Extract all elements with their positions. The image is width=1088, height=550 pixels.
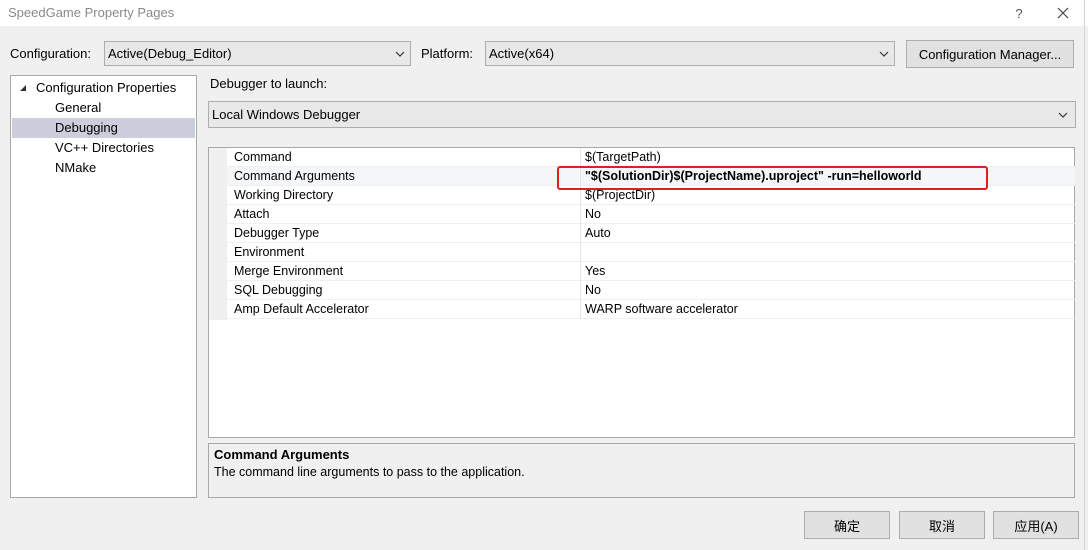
help-button[interactable]: ? — [1006, 0, 1032, 26]
property-name: Working Directory — [234, 188, 334, 202]
apply-button[interactable]: 应用(A) — [993, 511, 1079, 539]
platform-dropdown[interactable]: Active(x64) — [485, 41, 895, 66]
column-divider — [580, 148, 581, 167]
property-name: Merge Environment — [234, 264, 344, 278]
property-name: Attach — [234, 207, 270, 221]
column-divider — [580, 205, 581, 224]
property-value: No — [585, 207, 601, 221]
tree-item-general[interactable]: General — [55, 98, 101, 118]
property-value: $(TargetPath) — [585, 150, 661, 164]
platform-label: Platform: — [421, 46, 474, 61]
configuration-manager-button[interactable]: Configuration Manager... — [906, 40, 1074, 68]
property-row-debugger-type[interactable]: Debugger Type Auto — [227, 224, 1075, 243]
expand-arrow-icon[interactable] — [19, 84, 27, 92]
property-row-environment[interactable]: Environment — [227, 243, 1075, 262]
property-value: No — [585, 283, 601, 297]
property-name: Environment — [234, 245, 305, 259]
description-title: Command Arguments — [214, 447, 350, 462]
tree-item-vc-directories[interactable]: VC++ Directories — [55, 138, 154, 158]
debugger-label: Debugger to launch: — [210, 76, 328, 91]
property-value: $(ProjectDir) — [585, 188, 656, 202]
configuration-dropdown[interactable]: Active(Debug_Editor) — [104, 41, 411, 66]
property-name: Amp Default Accelerator — [234, 302, 369, 316]
tree-item-nmake[interactable]: NMake — [55, 158, 96, 178]
column-divider — [580, 224, 581, 243]
column-divider — [580, 281, 581, 300]
window-edge — [1084, 0, 1085, 550]
chevron-down-icon — [879, 51, 889, 57]
property-value: Yes — [585, 264, 606, 278]
property-name: Debugger Type — [234, 226, 320, 240]
property-row-merge-environment[interactable]: Merge Environment Yes — [227, 262, 1075, 281]
property-row-command[interactable]: Command $(TargetPath) — [227, 148, 1075, 167]
property-tree: Configuration Properties General Debuggi… — [10, 75, 197, 498]
property-row-sql-debugging[interactable]: SQL Debugging No — [227, 281, 1075, 300]
chevron-down-icon — [1058, 112, 1068, 118]
description-text: The command line arguments to pass to th… — [214, 465, 525, 479]
property-row-amp-default-accelerator[interactable]: Amp Default Accelerator WARP software ac… — [227, 300, 1075, 319]
description-panel: Command Arguments The command line argum… — [208, 443, 1075, 498]
tree-item-debugging[interactable]: Debugging — [12, 118, 195, 138]
platform-value: Active(x64) — [489, 46, 555, 61]
close-button[interactable] — [1048, 0, 1078, 26]
debugger-value: Local Windows Debugger — [212, 107, 361, 122]
column-divider — [580, 300, 581, 319]
property-row-attach[interactable]: Attach No — [227, 205, 1075, 224]
configuration-value: Active(Debug_Editor) — [108, 46, 232, 61]
configuration-label: Configuration: — [10, 46, 91, 61]
grid-margin — [209, 148, 227, 320]
ok-button[interactable]: 确定 — [804, 511, 890, 539]
property-name: SQL Debugging — [234, 283, 323, 297]
highlight-box — [557, 166, 988, 190]
window-title: SpeedGame Property Pages — [8, 5, 175, 20]
debugger-dropdown[interactable]: Local Windows Debugger — [208, 101, 1076, 128]
column-divider — [580, 243, 581, 262]
property-value: Auto — [585, 226, 611, 240]
tree-root-configuration-properties[interactable]: Configuration Properties — [36, 78, 176, 98]
property-grid: Command $(TargetPath) Command Arguments … — [208, 147, 1075, 438]
chevron-down-icon — [395, 51, 405, 57]
property-name: Command Arguments — [234, 169, 355, 183]
cancel-button[interactable]: 取消 — [899, 511, 985, 539]
column-divider — [580, 262, 581, 281]
property-name: Command — [234, 150, 292, 164]
property-value: WARP software accelerator — [585, 302, 738, 316]
close-icon — [1057, 7, 1069, 19]
